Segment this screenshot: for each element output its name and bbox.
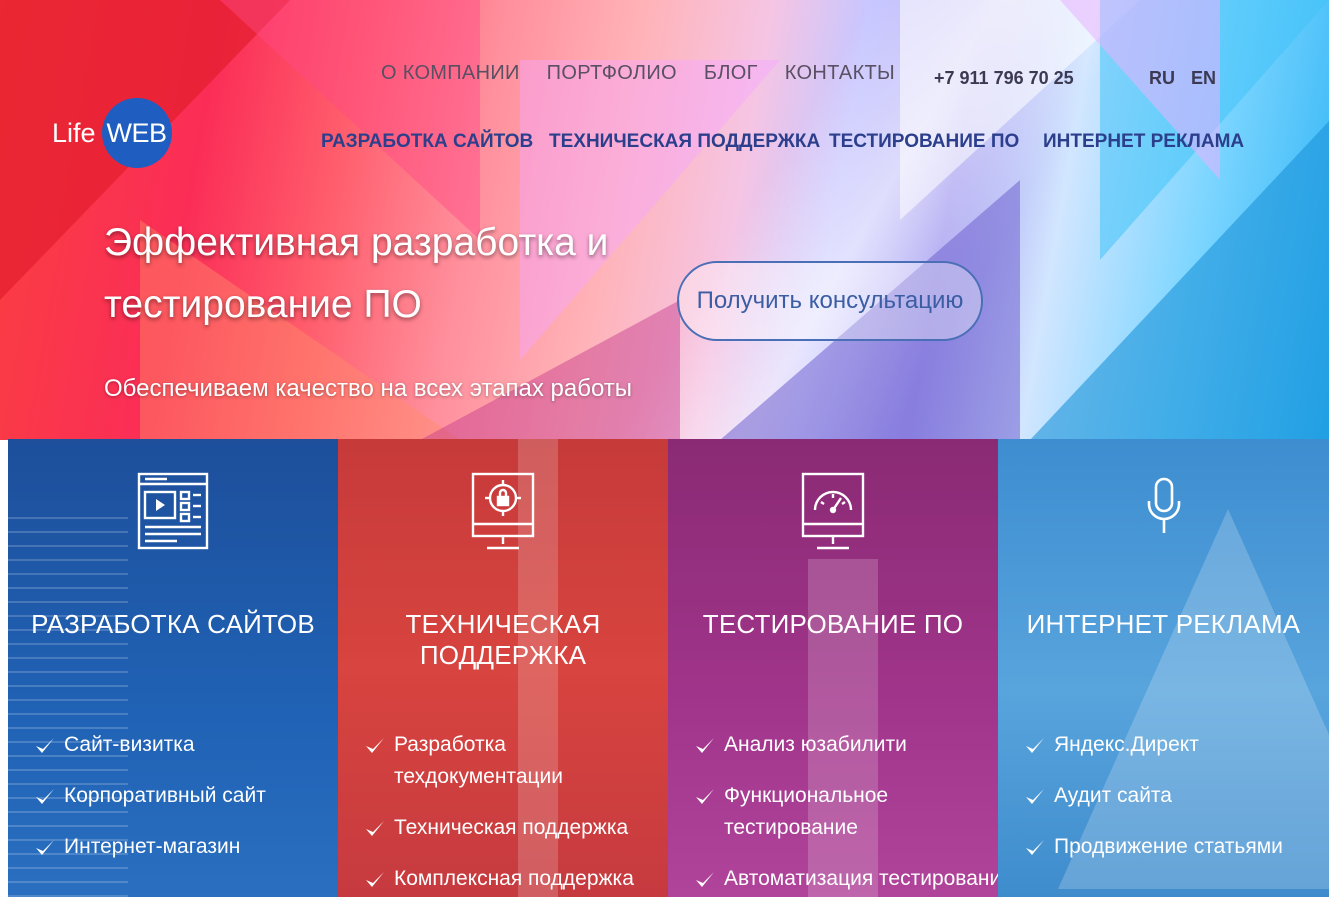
list-item-label: Сайт-визитка bbox=[64, 733, 195, 756]
card-software-testing[interactable]: ТЕСТИРОВАНИЕ ПО Анализ юзабилити Функцио… bbox=[668, 439, 998, 897]
card-feature-list: Анализ юзабилити Функциональное тестиров… bbox=[694, 729, 998, 897]
card-internet-advertising[interactable]: ИНТЕРНЕТ РЕКЛАМА Яндекс.Директ Аудит сай… bbox=[998, 439, 1329, 897]
check-icon bbox=[36, 738, 54, 753]
list-item-label: Автоматизация тестирование bbox=[724, 867, 998, 890]
check-icon bbox=[696, 789, 714, 804]
service-link-support[interactable]: ТЕХНИЧЕСКАЯ ПОДДЕРЖКА bbox=[549, 131, 820, 153]
list-item-label: Техническая поддержка bbox=[394, 816, 629, 839]
lang-ru[interactable]: RU bbox=[1149, 68, 1175, 89]
check-icon bbox=[366, 821, 384, 836]
hero-headline-line2: тестирование ПО bbox=[104, 283, 422, 326]
check-icon bbox=[36, 789, 54, 804]
list-item-label: Аудит сайта bbox=[1054, 784, 1172, 807]
list-item: Яндекс.Директ bbox=[1024, 729, 1283, 761]
check-icon bbox=[366, 738, 384, 753]
card-technical-support[interactable]: ТЕХНИЧЕСКАЯ ПОДДЕРЖКА Разработка техдоку… bbox=[338, 439, 668, 897]
nav-link-portfolio[interactable]: ПОРТФОЛИО bbox=[547, 62, 677, 85]
list-item-label: Корпоративный сайт bbox=[64, 784, 266, 807]
check-icon bbox=[696, 738, 714, 753]
list-item-label: Продвижение статьями bbox=[1054, 835, 1283, 858]
bg-facet bbox=[220, 0, 480, 240]
list-item: Функциональное тестирование bbox=[694, 780, 944, 844]
list-item: Сайт-визитка bbox=[34, 729, 266, 761]
card-feature-list: Яндекс.Директ Аудит сайта Продвижение ст… bbox=[1024, 729, 1283, 882]
list-item-label: Интернет-магазин bbox=[64, 835, 241, 858]
nav-link-company[interactable]: О КОМПАНИИ bbox=[381, 62, 520, 85]
list-item: Анализ юзабилити bbox=[694, 729, 998, 761]
service-cards: РАЗРАБОТКА САЙТОВ Сайт-визитка Корпорати… bbox=[8, 439, 1329, 897]
check-icon bbox=[366, 872, 384, 887]
nav-link-contacts[interactable]: КОНТАКТЫ bbox=[785, 62, 895, 85]
check-icon bbox=[36, 840, 54, 855]
card-title: ИНТЕРНЕТ РЕКЛАМА bbox=[1026, 609, 1301, 639]
microphone-icon bbox=[1147, 477, 1180, 533]
hero-headline: Эффективная разработка и тестирование ПО bbox=[104, 212, 644, 336]
nav-link-blog[interactable]: БЛОГ bbox=[704, 62, 758, 85]
card-title: ТЕСТИРОВАНИЕ ПО bbox=[702, 609, 964, 639]
card-web-development[interactable]: РАЗРАБОТКА САЙТОВ Сайт-визитка Корпорати… bbox=[8, 439, 338, 897]
monitor-lock-icon bbox=[471, 472, 535, 550]
phone-number[interactable]: +7 911 796 70 25 bbox=[934, 68, 1074, 89]
consultation-button[interactable]: Получить консультацию bbox=[677, 261, 983, 341]
list-item: Интернет-магазин bbox=[34, 831, 266, 863]
list-item-label: Комплексная поддержка bbox=[394, 867, 634, 890]
list-item: Комплексная поддержка bbox=[364, 863, 668, 895]
card-title: РАЗРАБОТКА САЙТОВ bbox=[31, 609, 315, 639]
service-link-testing[interactable]: ТЕСТИРОВАНИЕ ПО bbox=[829, 131, 1019, 153]
list-item: Аудит сайта bbox=[1024, 780, 1283, 812]
language-switcher: RU EN bbox=[1149, 68, 1216, 89]
service-navigation: РАЗРАБОТКА САЙТОВ ТЕХНИЧЕСКАЯ ПОДДЕРЖКА … bbox=[0, 131, 1329, 155]
list-item: Продвижение статьями bbox=[1024, 831, 1283, 863]
list-item-label: Функциональное тестирование bbox=[724, 784, 889, 839]
list-item: Корпоративный сайт bbox=[34, 780, 266, 812]
hero-subheadline: Обеспечиваем качество на всех этапах раб… bbox=[104, 375, 633, 402]
check-icon bbox=[1026, 789, 1044, 804]
monitor-gauge-icon bbox=[801, 472, 865, 550]
list-item-label: Анализ юзабилити bbox=[724, 733, 907, 756]
card-feature-list: Разработка техдокументации Техническая п… bbox=[364, 729, 668, 897]
hero-headline-line1: Эффективная разработка и bbox=[104, 221, 609, 264]
check-icon bbox=[696, 872, 714, 887]
card-feature-list: Сайт-визитка Корпоративный сайт Интернет… bbox=[34, 729, 266, 882]
check-icon bbox=[1026, 738, 1044, 753]
service-link-advertising[interactable]: ИНТЕРНЕТ РЕКЛАМА bbox=[1043, 131, 1244, 153]
card-title: ТЕХНИЧЕСКАЯ ПОДДЕРЖКА bbox=[405, 609, 601, 670]
list-item: Разработка техдокументации bbox=[364, 729, 668, 793]
website-layout-icon bbox=[137, 472, 209, 550]
top-navigation: О КОМПАНИИ ПОРТФОЛИО БЛОГ КОНТАКТЫ bbox=[381, 62, 895, 85]
list-item: Техническая поддержка bbox=[364, 812, 668, 844]
list-item-label: Разработка техдокументации bbox=[394, 733, 563, 788]
lang-en[interactable]: EN bbox=[1191, 68, 1216, 89]
list-item-label: Яндекс.Директ bbox=[1054, 733, 1199, 756]
service-link-web-dev[interactable]: РАЗРАБОТКА САЙТОВ bbox=[321, 131, 533, 153]
check-icon bbox=[1026, 840, 1044, 855]
list-item: Автоматизация тестирование bbox=[694, 863, 998, 895]
